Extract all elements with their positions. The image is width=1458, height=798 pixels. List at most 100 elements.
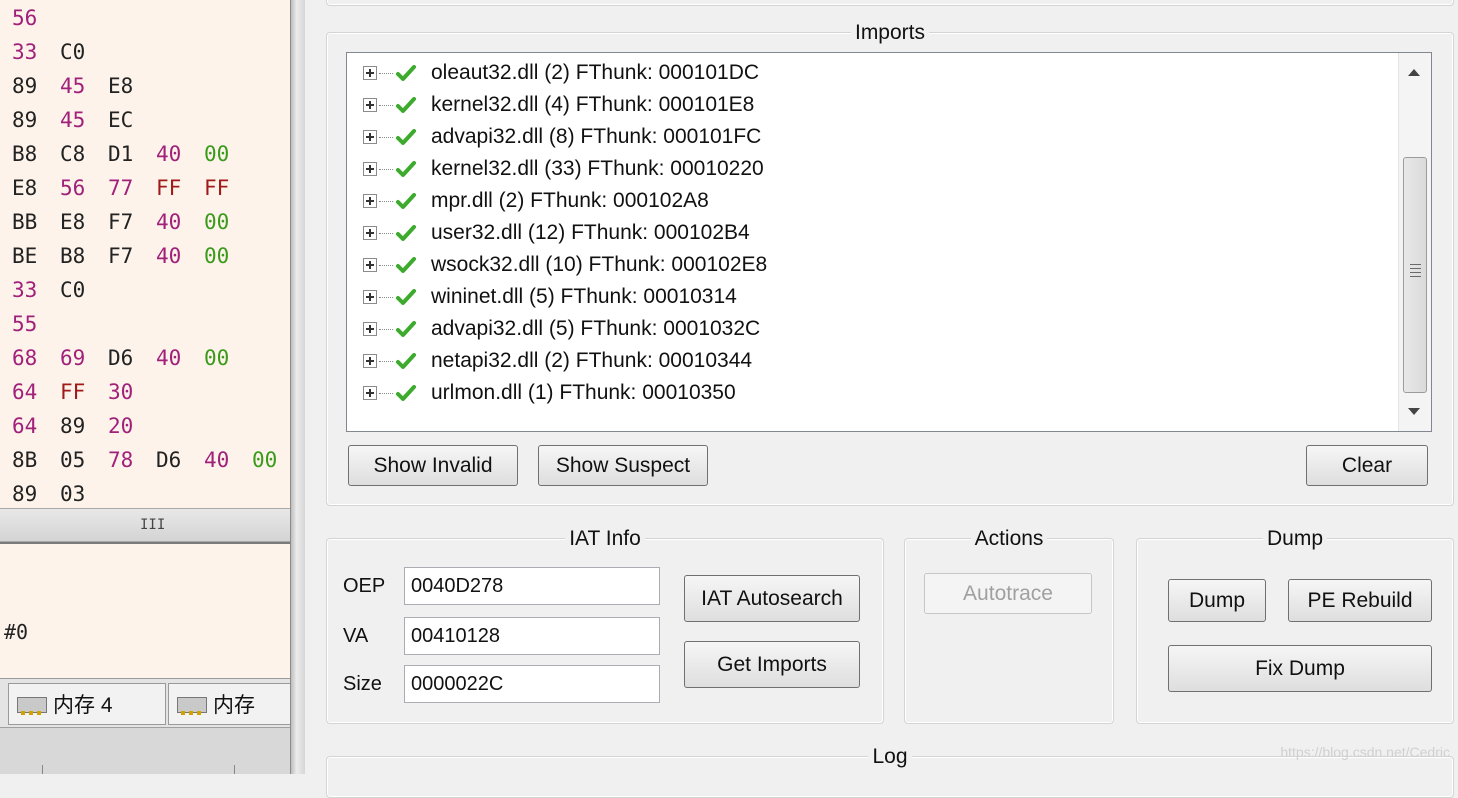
hex-byte: 40 <box>156 346 182 370</box>
expand-plus-icon[interactable] <box>363 98 377 112</box>
dump-button[interactable]: Dump <box>1168 579 1266 622</box>
expand-plus-icon[interactable] <box>363 194 377 208</box>
imports-scrollbar[interactable] <box>1398 53 1431 431</box>
hex-row[interactable]: 64 89 20 <box>12 409 156 443</box>
expand-plus-icon[interactable] <box>363 66 377 80</box>
hex-row[interactable]: 33 C0 <box>12 35 108 69</box>
tree-connector <box>379 328 393 330</box>
hex-row[interactable]: 55 <box>12 307 60 341</box>
tree-connector <box>379 264 393 266</box>
hex-byte: 45 <box>60 108 86 132</box>
import-label: advapi32.dll (8) FThunk: 000101FC <box>431 125 762 148</box>
tab-memory[interactable]: 内存 <box>168 683 290 725</box>
log-title: Log <box>868 745 912 768</box>
oep-field[interactable] <box>404 567 660 605</box>
tree-connector <box>379 296 393 298</box>
hex-dump-view[interactable]: 56 33 C0 89 45 E8 89 45 EC B8 C8 D1 40 00 E8 56 77 FF FF BB… <box>0 0 290 510</box>
hex-row[interactable]: 64 FF 30 <box>12 375 156 409</box>
hex-byte: D6 <box>156 448 182 472</box>
import-row[interactable]: netapi32.dll (2) FThunk: 00010344 <box>363 345 752 377</box>
expand-plus-icon[interactable] <box>363 386 377 400</box>
hex-byte: 56 <box>12 6 38 30</box>
iat-autosearch-button[interactable]: IAT Autosearch <box>684 575 860 622</box>
tree-connector <box>379 232 393 234</box>
hex-row[interactable]: 33 C0 <box>12 273 108 307</box>
size-field[interactable] <box>404 665 660 703</box>
show-suspect-button[interactable]: Show Suspect <box>538 445 708 486</box>
hex-byte: 20 <box>108 414 134 438</box>
imports-tree[interactable]: oleaut32.dll (2) FThunk: 000101DC kernel3… <box>346 52 1432 432</box>
import-row[interactable]: advapi32.dll (5) FThunk: 0001032C <box>363 313 760 345</box>
valid-check-icon <box>396 257 416 273</box>
show-invalid-button[interactable]: Show Invalid <box>348 445 518 486</box>
import-row[interactable]: wininet.dll (5) FThunk: 00010314 <box>363 281 737 313</box>
lower-pane: #0 <box>0 542 290 678</box>
expand-plus-icon[interactable] <box>363 130 377 144</box>
hex-row[interactable]: 56 <box>12 1 60 35</box>
import-row[interactable]: oleaut32.dll (2) FThunk: 000101DC <box>363 57 759 89</box>
hex-row[interactable]: 89 45 E8 <box>12 69 156 103</box>
hex-row[interactable]: E8 56 77 FF FF <box>12 171 252 205</box>
valid-check-icon <box>396 161 416 177</box>
log-group: Log <box>326 745 1454 798</box>
hex-byte: C8 <box>60 142 86 166</box>
hex-byte: 64 <box>12 414 38 438</box>
hex-byte: 40 <box>156 244 182 268</box>
import-row[interactable]: wsock32.dll (10) FThunk: 000102E8 <box>363 249 767 281</box>
import-row[interactable]: kernel32.dll (4) FThunk: 000101E8 <box>363 89 754 121</box>
hex-row[interactable]: BB E8 F7 40 00 <box>12 205 252 239</box>
hex-byte: 78 <box>108 448 134 472</box>
expand-plus-icon[interactable] <box>363 322 377 336</box>
fix-dump-button[interactable]: Fix Dump <box>1168 645 1432 692</box>
import-row[interactable]: advapi32.dll (8) FThunk: 000101FC <box>363 121 761 153</box>
hex-row[interactable]: 8B 05 78 D6 40 00 <box>12 443 290 477</box>
import-row[interactable]: urlmon.dll (1) FThunk: 00010350 <box>363 377 736 409</box>
hex-byte: 89 <box>12 482 38 506</box>
memory-chip-icon <box>175 693 207 715</box>
tree-connector <box>379 360 393 362</box>
get-imports-button[interactable]: Get Imports <box>684 641 860 688</box>
import-row[interactable]: kernel32.dll (33) FThunk: 00010220 <box>363 153 764 185</box>
hex-byte: 40 <box>204 448 230 472</box>
hex-row[interactable]: BE B8 F7 40 00 <box>12 239 252 273</box>
scroll-thumb[interactable] <box>1403 157 1427 393</box>
hex-row[interactable]: 89 45 EC <box>12 103 156 137</box>
hex-byte: 00 <box>204 210 230 234</box>
scroll-down-arrow-icon[interactable] <box>1408 408 1420 415</box>
clear-button[interactable]: Clear <box>1306 445 1428 486</box>
hex-byte: EC <box>108 108 134 132</box>
hex-row[interactable]: B8 C8 D1 40 00 <box>12 137 252 171</box>
import-label: kernel32.dll (4) FThunk: 000101E8 <box>431 93 755 116</box>
hex-byte: C0 <box>60 40 86 64</box>
va-field[interactable] <box>404 617 660 655</box>
tree-connector <box>379 392 393 394</box>
horizontal-splitter[interactable]: III <box>0 508 290 542</box>
scroll-up-arrow-icon[interactable] <box>1408 69 1420 76</box>
expand-plus-icon[interactable] <box>363 258 377 272</box>
hex-byte: BE <box>12 244 38 268</box>
debugger-pane: 56 33 C0 89 45 E8 89 45 EC B8 C8 D1 40 00 E8 56 77 FF FF BB… <box>0 0 290 774</box>
expand-plus-icon[interactable] <box>363 162 377 176</box>
vertical-splitter[interactable] <box>290 0 305 774</box>
import-label: netapi32.dll (2) FThunk: 00010344 <box>431 349 753 372</box>
hex-byte: 00 <box>252 448 278 472</box>
hex-row[interactable]: 89 03 <box>12 477 108 511</box>
import-row[interactable]: mpr.dll (2) FThunk: 000102A8 <box>363 185 709 217</box>
expand-plus-icon[interactable] <box>363 226 377 240</box>
tab-memory-4[interactable]: 内存 4 <box>8 683 166 725</box>
tab-memory-4-label: 内存 4 <box>53 694 113 717</box>
hex-byte: B8 <box>60 244 86 268</box>
hex-row[interactable]: 68 69 D6 40 00 <box>12 341 252 375</box>
import-row[interactable]: user32.dll (12) FThunk: 000102B4 <box>363 217 750 249</box>
va-label: VA <box>343 625 369 647</box>
hex-byte: 89 <box>12 74 38 98</box>
import-label: kernel32.dll (33) FThunk: 00010220 <box>431 157 764 180</box>
valid-check-icon <box>396 97 416 113</box>
iat-info-title: IAT Info <box>565 527 645 550</box>
expand-plus-icon[interactable] <box>363 290 377 304</box>
expand-plus-icon[interactable] <box>363 354 377 368</box>
dump-group: Dump <box>1136 527 1454 724</box>
import-label: wsock32.dll (10) FThunk: 000102E8 <box>431 253 768 276</box>
autotrace-button[interactable]: Autotrace <box>924 573 1092 614</box>
pe-rebuild-button[interactable]: PE Rebuild <box>1288 579 1432 622</box>
